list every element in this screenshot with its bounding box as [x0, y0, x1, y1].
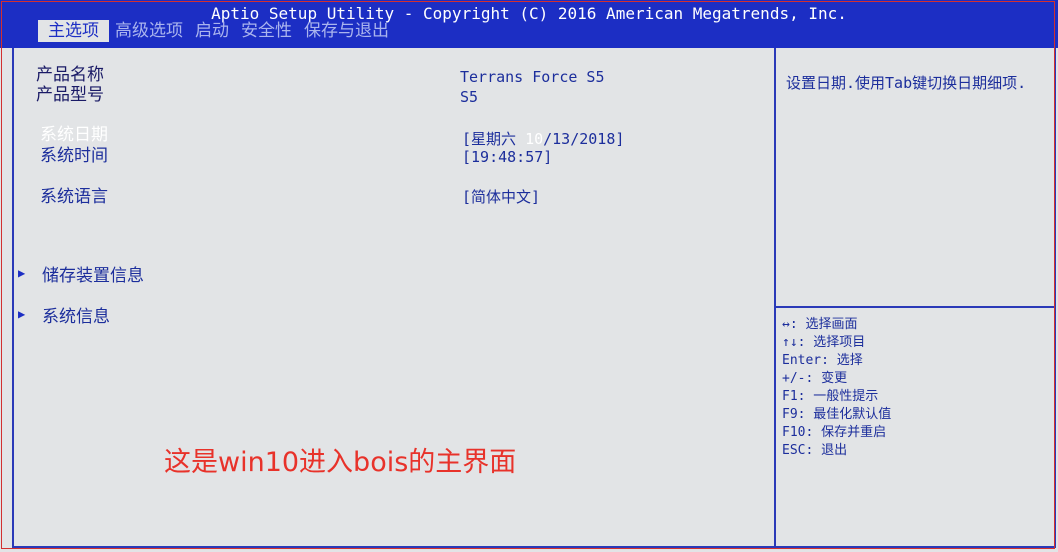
system-date-month-field[interactable]: 10 — [525, 130, 543, 148]
title-bar: Aptio Setup Utility - Copyright (C) 2016… — [0, 0, 1058, 48]
product-model-label: 产品型号 — [36, 85, 104, 105]
bios-screen: Aptio Setup Utility - Copyright (C) 2016… — [0, 0, 1058, 552]
system-time-value[interactable]: [19:48:57] — [462, 148, 552, 166]
key-hint: +/-: 变更 — [782, 371, 848, 386]
key-legend: ↔: 选择画面 ↑↓: 选择项目 Enter: 选择 +/-: 变更 F1: 一… — [782, 316, 891, 460]
system-date-suffix: /13/2018] — [543, 130, 625, 148]
submenu-arrow-icon: ▶ — [18, 266, 26, 280]
submenu-storage-info[interactable]: 储存装置信息 — [42, 261, 144, 286]
system-time-label[interactable]: 系统时间 — [40, 141, 108, 166]
key-hint: ↔: 选择画面 — [782, 317, 858, 332]
system-language-value[interactable]: [简体中文] — [462, 186, 540, 207]
system-language-label[interactable]: 系统语言 — [40, 182, 108, 207]
tab-boot[interactable]: 启动 — [189, 20, 235, 42]
tab-advanced[interactable]: 高级选项 — [109, 20, 189, 42]
caption-overlay: 这是win10进入bois的主界面 — [164, 447, 517, 478]
key-hint: F10: 保存并重启 — [782, 425, 887, 440]
help-divider — [776, 306, 1054, 308]
key-hint: ↑↓: 选择项目 — [782, 335, 866, 350]
product-model-value: S5 — [460, 88, 479, 106]
product-name-value: Terrans Force S5 — [460, 68, 605, 86]
submenu-arrow-icon: ▶ — [18, 307, 26, 321]
submenu-system-info[interactable]: 系统信息 — [42, 302, 110, 327]
system-date-prefix: [星期六 — [462, 130, 526, 148]
tab-save-exit[interactable]: 保存与退出 — [298, 20, 395, 42]
tab-main[interactable]: 主选项 — [38, 20, 109, 42]
tab-security[interactable]: 安全性 — [235, 20, 298, 42]
key-hint: F1: 一般性提示 — [782, 389, 879, 404]
key-hint: F9: 最佳化默认值 — [782, 407, 892, 422]
system-date-value[interactable]: [星期六 10/13/2018] — [462, 128, 624, 149]
tab-bar: 主选项 高级选项 启动 安全性 保存与退出 — [38, 20, 395, 44]
help-description: 设置日期.使用Tab键切换日期细项. — [786, 74, 1027, 92]
help-panel: 设置日期.使用Tab键切换日期细项. ↔: 选择画面 ↑↓: 选择项目 Ente… — [774, 48, 1056, 548]
key-hint: Enter: 选择 — [782, 353, 863, 368]
key-hint: ESC: 退出 — [782, 443, 848, 458]
